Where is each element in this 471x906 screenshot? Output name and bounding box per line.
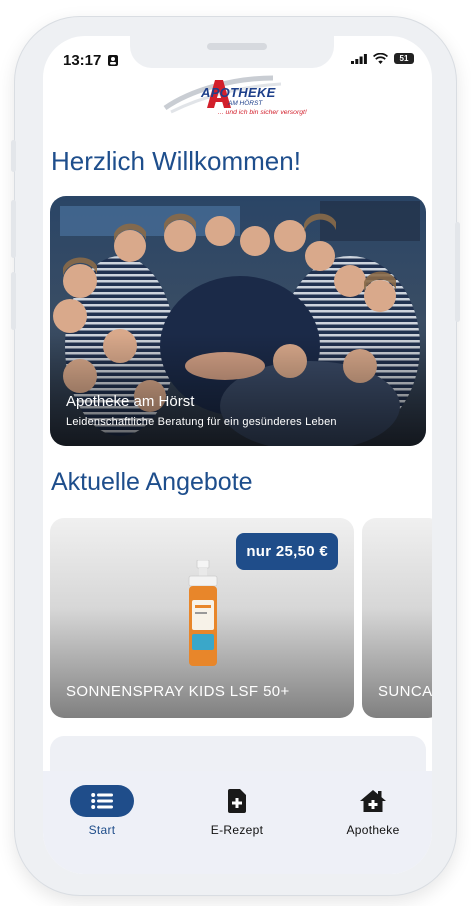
phone-side-button: [11, 140, 16, 172]
logo-slogan: ... und ich bin sicher versorgt!: [218, 109, 307, 116]
logo-name: APOTHEKE: [201, 85, 276, 100]
phone-side-button: [11, 200, 16, 258]
pharmacy-logo: APOTHEKE AM HÖRST ... und ich bin sicher…: [163, 72, 313, 124]
offer-title: SUNCA: [378, 683, 432, 700]
hero-banner[interactable]: Apotheke am Hörst Leidenschaftliche Bera…: [50, 196, 426, 446]
tab-start[interactable]: Start: [52, 785, 152, 837]
contact-icon: [107, 55, 118, 66]
status-icons: 51: [351, 53, 414, 64]
speaker: [207, 43, 267, 50]
status-time-text: 13:17: [63, 52, 102, 69]
offer-card[interactable]: nur 25,50 € SONNENSPRAY KIDS LSF 50+: [50, 518, 354, 718]
tab-e-rezept-label: E-Rezept: [210, 823, 264, 837]
tab-start-pill: [70, 785, 134, 817]
tab-apotheke-label: Apotheke: [346, 823, 400, 837]
phone-side-button: [11, 272, 16, 330]
offer-card[interactable]: SUNCA: [362, 518, 432, 718]
status-time: 13:17: [63, 52, 118, 69]
wifi-icon: [373, 53, 388, 64]
hero-subtitle: Leidenschaftliche Beratung für ein gesün…: [66, 416, 337, 428]
pharmacy-house-icon: [360, 790, 386, 812]
phone-side-button: [455, 222, 460, 322]
sunspray-bottle-image: [188, 560, 218, 666]
hero-title: Apotheke am Hörst: [66, 393, 195, 410]
battery-icon: 51: [394, 53, 414, 64]
bottom-tab-bar: Start E-Rezept Apotheke: [43, 771, 432, 874]
offer-title: SONNENSPRAY KIDS LSF 50+: [66, 683, 290, 700]
tab-start-label: Start: [88, 823, 116, 837]
offers-title: Aktuelle Angebote: [51, 468, 253, 496]
signal-icon: [351, 53, 367, 64]
welcome-title: Herzlich Willkommen!: [51, 146, 301, 176]
app-screen: 13:17 51 APOTHEKE AM HÖRST ... und ich b…: [43, 36, 432, 874]
list-icon: [91, 793, 113, 809]
logo-subtitle: AM HÖRST: [228, 100, 263, 107]
tab-apotheke[interactable]: Apotheke: [323, 785, 423, 837]
price-badge: nur 25,50 €: [236, 533, 338, 570]
prescription-icon: [228, 789, 246, 813]
tab-e-rezept[interactable]: E-Rezept: [187, 785, 287, 837]
notch: [130, 36, 334, 68]
